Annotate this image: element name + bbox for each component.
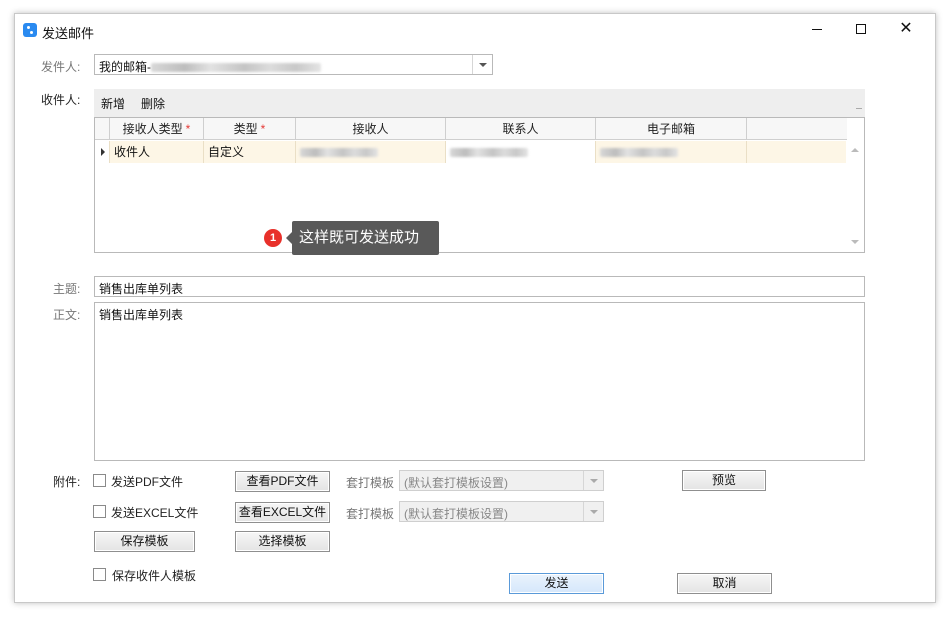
subject-input[interactable]: 销售出库单列表 bbox=[94, 276, 865, 297]
required-mark: * bbox=[260, 122, 266, 136]
cell-recipient[interactable] bbox=[296, 141, 446, 163]
view-excel-button[interactable]: 查看EXCEL文件 bbox=[235, 502, 330, 523]
cell-email[interactable] bbox=[596, 141, 747, 163]
window-title: 发送邮件 bbox=[42, 26, 95, 41]
template-label-pdf: 套打模板 bbox=[346, 476, 395, 490]
recipients-label: 收件人: bbox=[41, 93, 81, 107]
row-indicator-icon bbox=[101, 148, 105, 156]
send-excel-checkbox[interactable] bbox=[93, 505, 106, 518]
excel-template-select[interactable]: (默认套打模板设置) bbox=[399, 501, 604, 522]
grid-scrollbar[interactable] bbox=[846, 140, 864, 252]
column-header-type[interactable]: 类型 * bbox=[204, 118, 296, 140]
required-mark: * bbox=[185, 122, 191, 136]
maximize-icon bbox=[856, 24, 866, 34]
recipients-toolbar: 新增 删除 bbox=[94, 89, 865, 117]
redacted-email bbox=[600, 148, 678, 158]
row-header-corner bbox=[95, 118, 110, 140]
add-recipient-button[interactable]: 新增 bbox=[101, 95, 125, 112]
column-header-contact[interactable]: 联系人 bbox=[446, 118, 596, 140]
redacted-contact bbox=[450, 148, 528, 158]
recipients-grid: 接收人类型 * 类型 * 接收人 联系人 电子邮箱 收件人 自定义 bbox=[94, 117, 865, 253]
redacted-recipient bbox=[300, 148, 378, 158]
view-pdf-button[interactable]: 查看PDF文件 bbox=[235, 471, 330, 492]
grid-header: 接收人类型 * 类型 * 接收人 联系人 电子邮箱 bbox=[95, 118, 847, 140]
delete-recipient-button[interactable]: 删除 bbox=[141, 95, 165, 112]
send-button[interactable]: 发送 bbox=[509, 573, 604, 594]
save-template-button[interactable]: 保存模板 bbox=[94, 531, 195, 552]
send-email-dialog: 发送邮件 ✕ 发件人: 我的邮箱- 收件人: 新增 删除 接收人类型 * 类型 * … bbox=[14, 13, 936, 603]
scroll-down-icon[interactable] bbox=[851, 240, 859, 244]
chevron-down-icon[interactable] bbox=[583, 502, 603, 521]
minimize-button[interactable] bbox=[797, 18, 837, 42]
save-recipient-template-checkbox[interactable] bbox=[93, 568, 106, 581]
cancel-button[interactable]: 取消 bbox=[677, 573, 772, 594]
chevron-down-icon[interactable] bbox=[583, 471, 603, 490]
send-excel-label: 发送EXCEL文件 bbox=[111, 506, 199, 520]
chevron-down-icon[interactable] bbox=[472, 55, 492, 74]
hint-tooltip: 这样既可发送成功 bbox=[286, 221, 439, 255]
cell-contact[interactable] bbox=[446, 141, 596, 163]
send-pdf-label: 发送PDF文件 bbox=[111, 475, 184, 489]
toolbar-overflow-icon[interactable] bbox=[856, 103, 862, 109]
scroll-up-icon[interactable] bbox=[851, 148, 859, 152]
sender-label: 发件人: bbox=[41, 60, 81, 74]
select-template-button[interactable]: 选择模板 bbox=[235, 531, 330, 552]
attachments-label: 附件: bbox=[53, 475, 81, 489]
cell-recipient-type[interactable]: 收件人 bbox=[110, 141, 204, 163]
close-icon: ✕ bbox=[899, 20, 913, 37]
column-header-recipient-type[interactable]: 接收人类型 * bbox=[110, 118, 204, 140]
sender-select[interactable]: 我的邮箱- bbox=[94, 54, 493, 75]
column-header-email[interactable]: 电子邮箱 bbox=[596, 118, 747, 140]
redacted-email bbox=[151, 63, 321, 73]
pdf-template-select[interactable]: (默认套打模板设置) bbox=[399, 470, 604, 491]
app-icon bbox=[23, 23, 37, 37]
maximize-button[interactable] bbox=[841, 18, 881, 42]
template-label-excel: 套打模板 bbox=[346, 507, 395, 521]
send-pdf-checkbox[interactable] bbox=[93, 474, 106, 487]
step-badge: 1 bbox=[264, 229, 282, 247]
cell-type[interactable]: 自定义 bbox=[204, 141, 296, 163]
body-textarea[interactable]: 销售出库单列表 bbox=[94, 302, 865, 461]
minimize-icon bbox=[812, 29, 822, 30]
subject-label: 主题: bbox=[53, 282, 81, 296]
save-recipient-template-label: 保存收件人模板 bbox=[112, 569, 197, 583]
table-row[interactable]: 收件人 自定义 bbox=[95, 141, 847, 163]
title-bar: 发送邮件 ✕ bbox=[15, 14, 935, 46]
column-header-recipient[interactable]: 接收人 bbox=[296, 118, 446, 140]
sender-value: 我的邮箱- bbox=[99, 60, 151, 74]
row-selector[interactable] bbox=[95, 141, 110, 163]
close-button[interactable]: ✕ bbox=[886, 18, 926, 42]
preview-button[interactable]: 预览 bbox=[682, 470, 766, 491]
body-label: 正文: bbox=[53, 308, 81, 322]
